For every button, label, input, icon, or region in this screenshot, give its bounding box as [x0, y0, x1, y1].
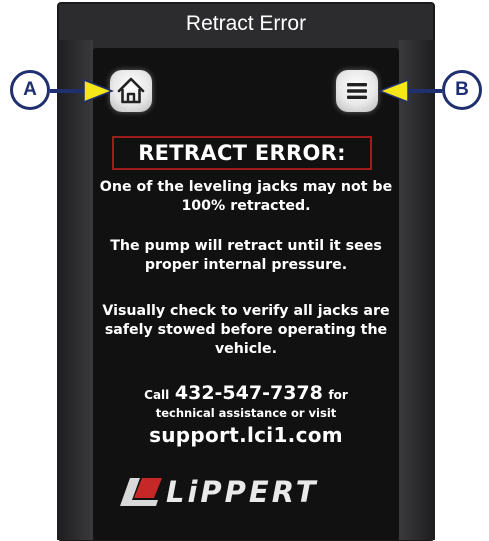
arrow-b-icon: [378, 78, 442, 104]
call-suffix: for: [328, 388, 348, 402]
support-phone-number: 432-547-7378: [174, 382, 323, 404]
error-message-check: Visually check to verify all jacks are s…: [102, 303, 390, 357]
left-bezel: [57, 40, 93, 540]
menu-button[interactable]: [336, 70, 378, 112]
support-call-line: Call 432-547-7378 for: [93, 382, 399, 404]
support-url: support.lci1.com: [149, 423, 343, 447]
support-assistance-text: technical assistance or visit: [155, 406, 337, 420]
callout-b: B: [442, 70, 482, 110]
lippert-logo-icon: [120, 478, 162, 506]
error-message-pump: The pump will retract until it sees prop…: [110, 238, 382, 273]
right-bezel: [399, 40, 435, 540]
error-heading: RETRACT ERROR:: [112, 136, 372, 170]
brand-logo-text: LiPPERT: [166, 475, 319, 509]
arrow-a-icon: [50, 78, 114, 104]
error-message-retracted: One of the leveling jacks may not be 100…: [99, 179, 393, 214]
window-title: Retract Error: [185, 12, 307, 35]
callout-a: A: [10, 70, 50, 110]
home-icon: [117, 77, 145, 104]
display-screen: [93, 48, 399, 540]
call-prefix: Call: [144, 388, 170, 402]
home-button[interactable]: [110, 70, 152, 112]
hamburger-menu-icon: [347, 83, 367, 99]
